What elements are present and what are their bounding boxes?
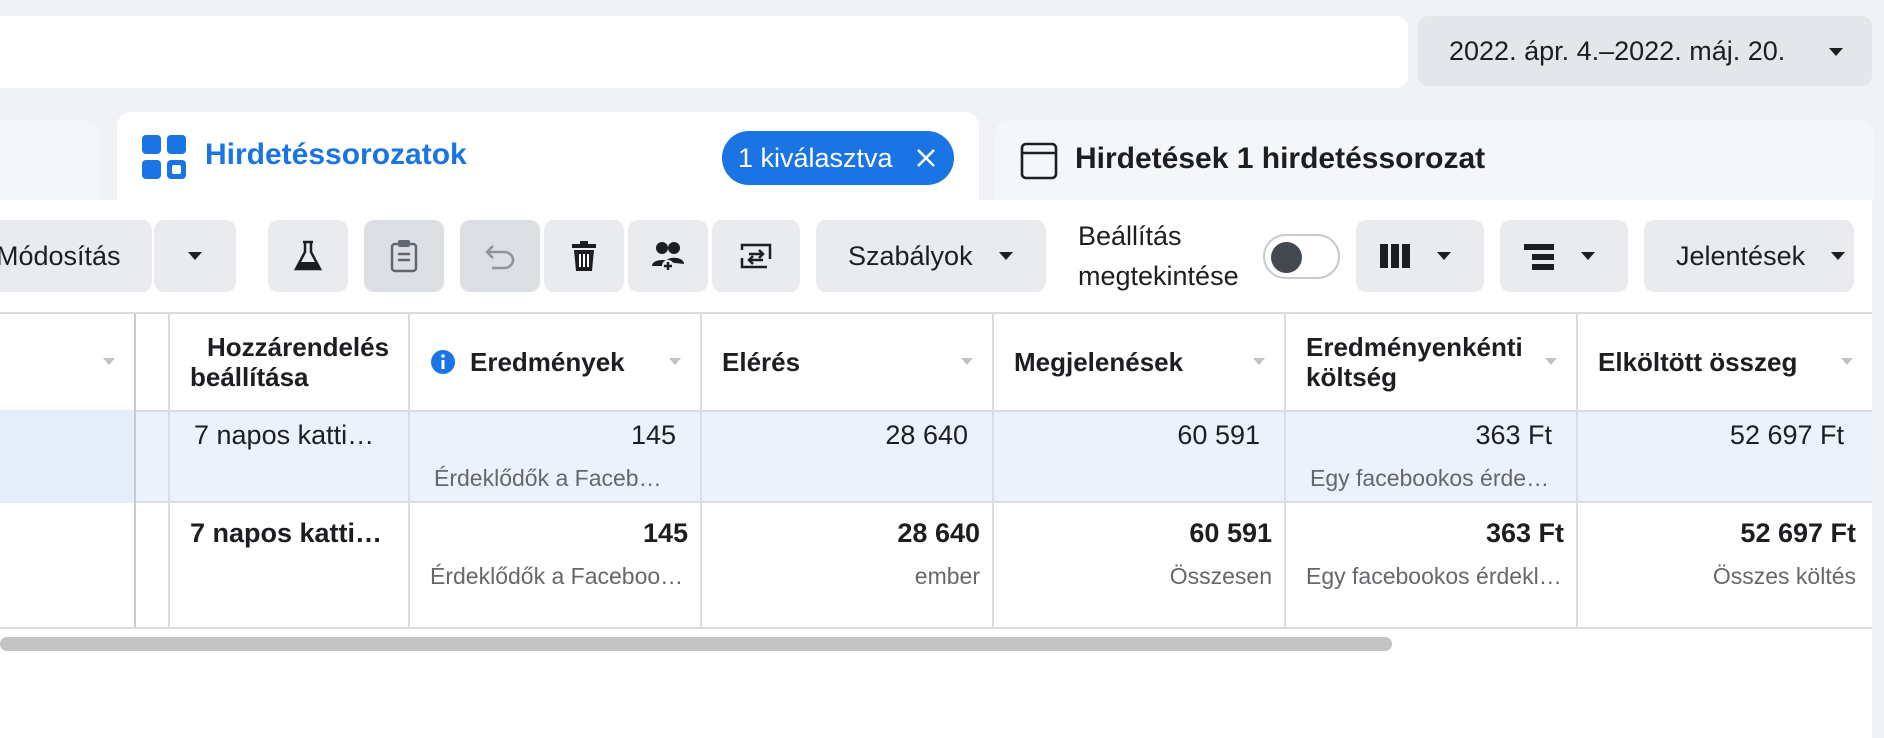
reports-button[interactable]: Jelentések — [1644, 220, 1854, 292]
cell-attribution: 7 napos kattintás — [194, 420, 382, 450]
undo-button[interactable] — [460, 220, 540, 292]
col-header-results[interactable]: Eredmények — [410, 314, 700, 410]
total-impressions: 60 591 — [1189, 518, 1272, 548]
col-header-cost-label: Eredményenkénti költség — [1306, 332, 1523, 392]
search-bar[interactable] — [0, 16, 1408, 88]
col-header-reach[interactable]: Elérés — [702, 314, 992, 410]
caret-down-icon — [1829, 48, 1843, 56]
caret-down-icon — [1581, 252, 1595, 260]
breakdown-button[interactable] — [1500, 220, 1628, 292]
caret-down-icon — [188, 252, 202, 260]
col-header-name[interactable] — [0, 314, 134, 410]
ab-test-button[interactable] — [268, 220, 348, 292]
sort-caret-icon — [1841, 358, 1853, 365]
cell-results-sub: Érdeklődők a Facebookon — [434, 465, 674, 491]
caret-down-icon — [999, 252, 1013, 260]
total-reach-sub: ember — [914, 563, 980, 589]
edit-button[interactable]: Módosítás — [0, 220, 152, 292]
total-results-sub: Érdeklődők a Facebookon — [430, 563, 686, 589]
cell-reach: 28 640 — [885, 420, 968, 450]
rules-button[interactable]: Szabályok — [816, 220, 1046, 292]
col-header-attribution-label: Hozzárendelés beállítása — [190, 332, 390, 392]
reports-button-label: Jelentések — [1676, 240, 1806, 271]
cell-results: 145 — [630, 420, 676, 450]
date-range-label: 2022. ápr. 4.–2022. máj. 20. — [1449, 35, 1786, 66]
columns-icon — [1380, 244, 1410, 268]
table-row-left-cell[interactable] — [0, 410, 136, 503]
duplicate-button[interactable] — [364, 220, 444, 292]
tab-campaigns[interactable] — [0, 120, 100, 210]
toggle-knob — [1271, 242, 1302, 273]
horizontal-scrollbar[interactable] — [0, 637, 1392, 651]
sort-caret-icon — [103, 358, 115, 365]
tab-adsets-label: Hirdetéssorozatok — [205, 138, 467, 171]
column-divider — [134, 314, 136, 628]
cell-spent: 52 697 Ft — [1729, 420, 1844, 450]
view-settings-toggle[interactable] — [1263, 234, 1340, 279]
audience-button[interactable] — [628, 220, 708, 292]
total-cost-per-result: 363 Ft — [1485, 518, 1564, 548]
sort-caret-icon — [669, 358, 681, 365]
people-add-icon — [652, 242, 684, 272]
flask-icon — [293, 240, 323, 271]
col-header-spent[interactable]: Elköltött összeg — [1578, 314, 1872, 410]
cell-impressions: 60 591 — [1177, 420, 1260, 450]
total-reach: 28 640 — [897, 518, 980, 548]
trash-icon — [572, 241, 596, 271]
total-attribution: 7 napos kattintás — [190, 518, 394, 548]
clipboard-icon — [390, 240, 418, 273]
selected-chip-label: 1 kiválasztva — [738, 142, 893, 173]
col-header-reach-label: Elérés — [722, 346, 801, 377]
total-spent: 52 697 Ft — [1740, 518, 1856, 548]
undo-icon — [485, 245, 515, 270]
sort-caret-icon — [1545, 358, 1557, 365]
total-impressions-sub: Összesen — [1169, 563, 1272, 589]
col-header-results-label: Eredmények — [470, 346, 625, 377]
grid-icon — [142, 135, 186, 179]
sort-caret-icon — [961, 358, 973, 365]
selected-chip[interactable]: 1 kiválasztva — [722, 131, 954, 185]
total-results: 145 — [642, 518, 688, 548]
table-bottom-border — [0, 627, 1872, 629]
col-header-impressions[interactable]: Megjelenések — [994, 314, 1284, 410]
tab-ads[interactable]: Hirdetések 1 hirdetéssorozat — [995, 120, 1875, 202]
info-icon[interactable] — [430, 349, 456, 375]
edit-button-label: Módosítás — [0, 240, 121, 271]
caret-down-icon — [1437, 252, 1451, 260]
ad-window-icon — [1020, 142, 1058, 180]
col-header-attribution[interactable]: Hozzárendelés beállítása — [170, 314, 408, 410]
columns-button[interactable] — [1356, 220, 1484, 292]
swap-button[interactable] — [712, 220, 800, 292]
close-icon[interactable] — [916, 148, 936, 168]
total-cost-per-result-sub: Egy facebookos érdeklődő — [1306, 563, 1564, 589]
rules-button-label: Szabályok — [848, 240, 973, 271]
swap-icon — [740, 243, 772, 269]
view-settings-label: Beállítás megtekintése — [1078, 221, 1239, 291]
col-header-impressions-label: Megjelenések — [1014, 346, 1184, 377]
total-spent-sub: Összes költés — [1712, 563, 1856, 589]
col-header-cost-per-result[interactable]: Eredményenkénti költség — [1286, 314, 1576, 410]
tab-ads-label: Hirdetések 1 hirdetéssorozat — [1075, 142, 1486, 175]
edit-dropdown-button[interactable] — [154, 220, 236, 292]
delete-button[interactable] — [544, 220, 624, 292]
sort-caret-icon — [1253, 358, 1265, 365]
breakdown-icon — [1524, 244, 1554, 270]
cell-cost-per-result: 363 Ft — [1475, 420, 1552, 450]
col-header-spent-label: Elköltött összeg — [1598, 346, 1798, 377]
cell-cost-per-result-sub: Egy facebookos érdeklődő — [1310, 465, 1550, 491]
caret-down-icon — [1831, 252, 1845, 260]
date-range-picker[interactable]: 2022. ápr. 4.–2022. máj. 20. — [1418, 16, 1872, 86]
